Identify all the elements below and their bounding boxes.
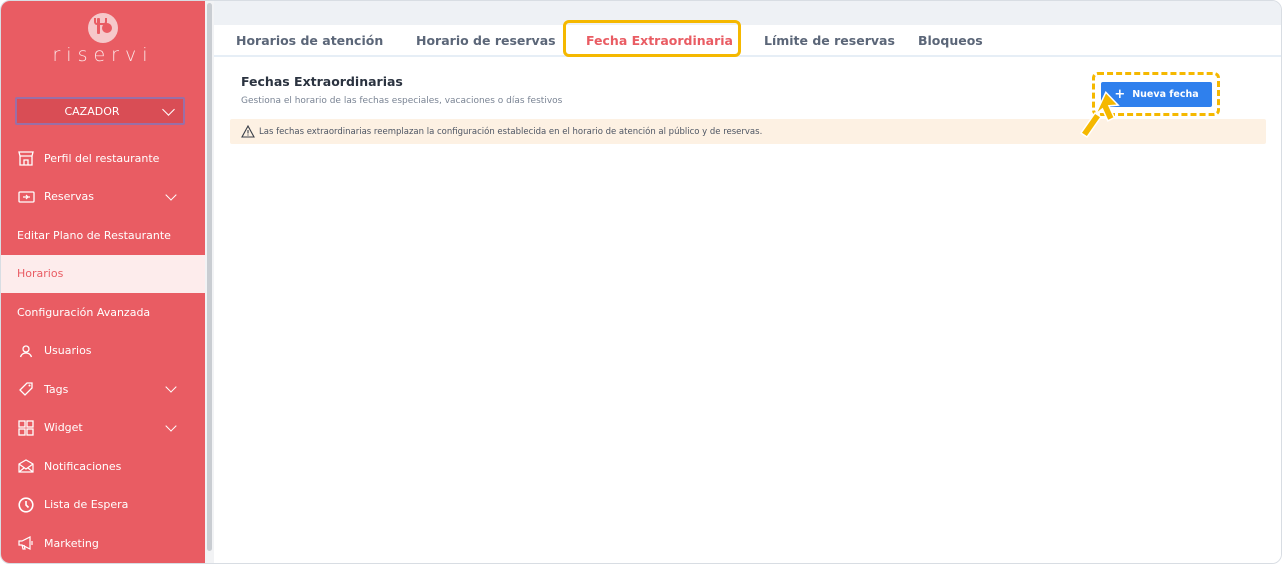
logo-text: riservi	[52, 44, 154, 66]
widget-icon	[17, 419, 35, 437]
sidebar-item-label: Perfil del restaurante	[44, 151, 160, 165]
sidebar-item-label: Editar Plano de Restaurante	[17, 228, 171, 242]
sidebar-item-label: Configuración Avanzada	[17, 305, 151, 319]
warning-icon	[241, 125, 255, 138]
sidebar-item-label: Notificaciones	[44, 459, 122, 473]
sidebar-item-usuarios[interactable]: Usuarios	[1, 332, 205, 371]
sidebar-nav: Perfil del restaurante Reservas Editar P…	[1, 139, 205, 563]
sidebar-item-notificaciones[interactable]: Notificaciones	[1, 447, 205, 486]
chevron-down-icon	[165, 381, 177, 393]
sidebar-item-tags[interactable]: Tags	[1, 370, 205, 409]
tab-horario-reservas[interactable]: Horario de reservas	[416, 25, 556, 57]
sidebar-item-label: Horarios	[17, 267, 64, 281]
tab-limite-reservas[interactable]: Límite de reservas	[764, 25, 895, 57]
clock-icon	[17, 496, 35, 514]
logo: riservi	[1, 13, 205, 66]
tab-bloqueos[interactable]: Bloqueos	[918, 25, 983, 57]
sidebar-item-label: Widget	[44, 421, 83, 435]
top-bar	[214, 1, 1281, 25]
sidebar-item-reservas[interactable]: Reservas	[1, 178, 205, 217]
sidebar-item-label: Reservas	[44, 190, 94, 204]
sidebar-item-label: Lista de Espera	[44, 498, 129, 512]
scrollbar-thumb[interactable]	[207, 3, 212, 551]
sidebar-item-label: Marketing	[44, 536, 99, 550]
chevron-down-icon	[165, 188, 177, 201]
tab-bar: Horarios de atención Horario de reservas…	[214, 25, 1281, 57]
sidebar-item-label: Tags	[44, 382, 69, 396]
warning-notice-text: Las fechas extraordinarias reemplazan la…	[259, 126, 763, 137]
store-icon	[17, 149, 35, 167]
sidebar-item-widget[interactable]: Widget	[1, 409, 205, 448]
sidebar: riservi CAZADOR Perfil del restaurante R…	[1, 1, 205, 563]
mail-icon	[17, 457, 35, 475]
user-icon	[17, 342, 35, 360]
active-tab-highlight	[563, 20, 741, 57]
ticket-icon	[17, 188, 35, 206]
chevron-down-icon	[165, 419, 177, 432]
pointer-cursor-icon	[1079, 90, 1120, 139]
sidebar-item-configuracion-avanzada[interactable]: Configuración Avanzada	[1, 293, 205, 332]
sidebar-item-lista-espera[interactable]: Lista de Espera	[1, 486, 205, 525]
new-date-button-label: Nueva fecha	[1132, 89, 1199, 100]
sidebar-item-horarios[interactable]: Horarios	[1, 254, 205, 293]
sidebar-scrollbar[interactable]	[205, 1, 214, 563]
sidebar-item-perfil[interactable]: Perfil del restaurante	[1, 139, 205, 178]
app-window: riservi CAZADOR Perfil del restaurante R…	[0, 0, 1282, 564]
sidebar-item-editar-plano[interactable]: Editar Plano de Restaurante	[1, 216, 205, 255]
sidebar-item-marketing[interactable]: Marketing	[1, 524, 205, 563]
restaurant-select-value: CAZADOR	[64, 105, 120, 118]
section-title: Fechas Extraordinarias	[241, 74, 403, 89]
section-subtitle: Gestiona el horario de las fechas especi…	[241, 96, 563, 106]
sidebar-item-label: Usuarios	[44, 344, 92, 358]
restaurant-select[interactable]: CAZADOR	[15, 97, 185, 125]
main-content: Fechas Extraordinarias Gestiona el horar…	[214, 59, 1281, 563]
logo-icon	[88, 13, 118, 43]
tag-icon	[17, 380, 35, 398]
megaphone-icon	[17, 534, 35, 552]
tab-horarios-atencion[interactable]: Horarios de atención	[236, 25, 383, 57]
